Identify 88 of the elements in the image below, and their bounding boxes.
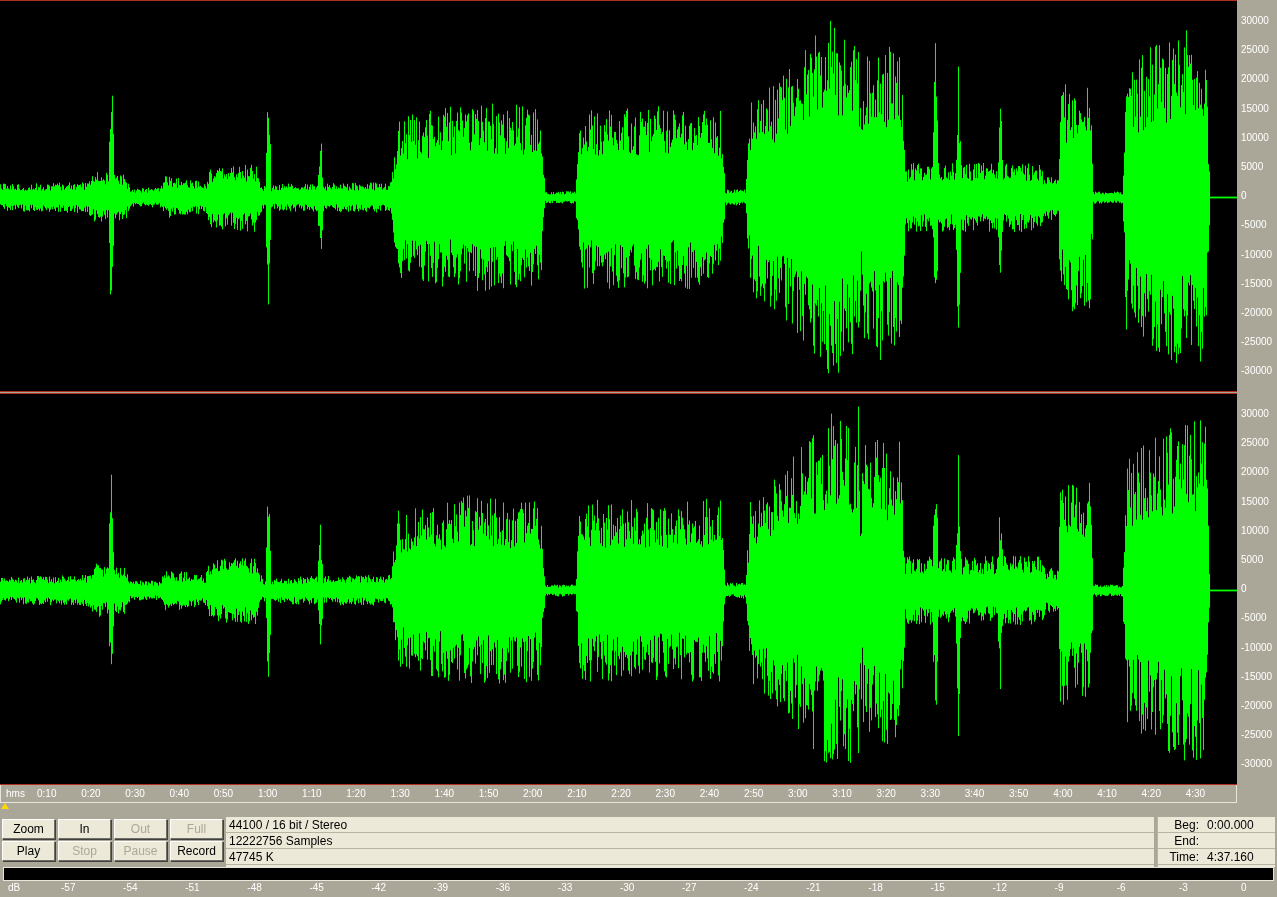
amplitude-label: 5000 bbox=[1241, 162, 1264, 172]
amplitude-label: 20000 bbox=[1241, 467, 1269, 478]
time-tick-label: 0:30 bbox=[125, 789, 145, 799]
amplitude-label: 15000 bbox=[1241, 496, 1269, 507]
amplitude-label: -30000 bbox=[1241, 759, 1273, 770]
amplitude-label: -5000 bbox=[1241, 220, 1267, 231]
time-tick-label: 4:20 bbox=[1141, 789, 1161, 799]
amplitude-label: 30000 bbox=[1241, 16, 1269, 26]
db-tick-label: -57 bbox=[61, 883, 76, 893]
db-tick-label: -48 bbox=[247, 883, 262, 893]
transport-button[interactable]: Zoom bbox=[2, 819, 55, 839]
amplitude-label: -30000 bbox=[1241, 366, 1273, 377]
amplitude-label: -20000 bbox=[1241, 308, 1273, 318]
time-tick-label: 2:40 bbox=[699, 789, 720, 799]
db-tick-label: -30 bbox=[619, 883, 635, 893]
time-tick-label: 4:10 bbox=[1097, 789, 1117, 799]
time-tick-label: 0:10 bbox=[37, 789, 57, 799]
time-tick-label: 3:40 bbox=[964, 789, 985, 799]
db-tick-label: -6 bbox=[1116, 883, 1126, 893]
db-tick-label: -9 bbox=[1054, 883, 1064, 893]
amplitude-label: 15000 bbox=[1241, 103, 1269, 114]
amplitude-label: 25000 bbox=[1241, 438, 1269, 449]
db-tick-label: -12 bbox=[992, 883, 1007, 893]
time-tick-label: 2:10 bbox=[567, 789, 587, 799]
time-tick-label: 4:00 bbox=[1053, 789, 1073, 799]
time-tick-label: 3:30 bbox=[920, 789, 941, 799]
selection-label: End: bbox=[1173, 833, 1200, 848]
time-tick-label: 1:40 bbox=[434, 789, 455, 799]
time-tick-label: 2:00 bbox=[522, 789, 543, 799]
selection-value: 4:37.160 bbox=[1206, 849, 1254, 864]
time-unit-label: hms bbox=[6, 789, 25, 799]
amplitude-label: 10000 bbox=[1241, 525, 1269, 536]
selection-value: 0:00.000 bbox=[1206, 817, 1254, 832]
amplitude-label: 20000 bbox=[1241, 74, 1269, 85]
amplitude-label: 5000 bbox=[1241, 555, 1264, 565]
amplitude-label: -25000 bbox=[1241, 730, 1273, 741]
amplitude-label: 30000 bbox=[1241, 409, 1269, 419]
db-tick-label: 0 bbox=[1240, 883, 1247, 893]
time-tick-label: 4:30 bbox=[1185, 789, 1206, 799]
time-tick-label: 3:00 bbox=[788, 789, 808, 799]
db-tick-label: -15 bbox=[930, 883, 945, 893]
file-info-text: 12222756 Samples bbox=[226, 833, 1154, 849]
amplitude-label: 0 bbox=[1241, 584, 1247, 595]
time-tick-label: 3:20 bbox=[876, 789, 896, 799]
db-tick-label: -21 bbox=[806, 883, 821, 893]
file-info-text: 44100 / 16 bit / Stereo bbox=[226, 817, 1154, 833]
time-tick-label: 0:20 bbox=[81, 789, 101, 799]
time-tick-label: 2:20 bbox=[611, 789, 631, 799]
playhead-marker-icon[interactable] bbox=[1, 803, 9, 809]
transport-button[interactable]: Record bbox=[170, 841, 223, 861]
selection-label: Beg: bbox=[1173, 817, 1200, 832]
amplitude-label: 0 bbox=[1241, 191, 1247, 202]
time-tick-label: 2:30 bbox=[655, 789, 675, 799]
time-tick-label: 1:10 bbox=[302, 789, 322, 799]
time-tick-label: 0:40 bbox=[169, 789, 189, 799]
time-tick-label: 3:10 bbox=[832, 789, 852, 799]
db-tick-label: -18 bbox=[868, 883, 883, 893]
amplitude-label: -15000 bbox=[1241, 278, 1273, 289]
db-unit-label: dB bbox=[8, 883, 21, 893]
amplitude-label: -10000 bbox=[1241, 642, 1273, 653]
time-tick-label: 1:50 bbox=[478, 789, 499, 799]
amplitude-label: -5000 bbox=[1241, 613, 1267, 624]
db-tick-label: -51 bbox=[185, 883, 200, 893]
amplitude-label: 10000 bbox=[1241, 132, 1269, 143]
time-tick-label: 0:50 bbox=[213, 789, 234, 799]
time-tick-label: 1:20 bbox=[346, 789, 366, 799]
db-tick-label: -33 bbox=[557, 883, 573, 893]
db-tick-label: -3 bbox=[1178, 883, 1188, 893]
amplitude-label: -10000 bbox=[1241, 249, 1273, 260]
amplitude-label: -20000 bbox=[1241, 701, 1273, 711]
db-tick-label: -36 bbox=[495, 883, 511, 893]
transport-button[interactable]: In bbox=[58, 819, 111, 839]
db-tick-label: -27 bbox=[682, 883, 697, 893]
time-tick-label: 3:50 bbox=[1008, 789, 1029, 799]
db-tick-label: -54 bbox=[123, 883, 138, 893]
transport-button[interactable]: Play bbox=[2, 841, 55, 861]
time-tick-label: 2:50 bbox=[743, 789, 764, 799]
file-info-text: 47745 K bbox=[226, 849, 1154, 865]
amplitude-label: -15000 bbox=[1241, 671, 1273, 682]
db-tick-label: -42 bbox=[371, 883, 386, 893]
amplitude-label: 25000 bbox=[1241, 45, 1269, 56]
db-tick-label: -24 bbox=[744, 883, 759, 893]
amplitude-label: -25000 bbox=[1241, 337, 1273, 348]
time-tick-label: 1:30 bbox=[390, 789, 410, 799]
db-tick-label: -45 bbox=[309, 883, 324, 893]
db-tick-label: -39 bbox=[433, 883, 449, 893]
time-tick-label: 1:00 bbox=[257, 789, 278, 799]
selection-label: Time: bbox=[1168, 849, 1200, 864]
